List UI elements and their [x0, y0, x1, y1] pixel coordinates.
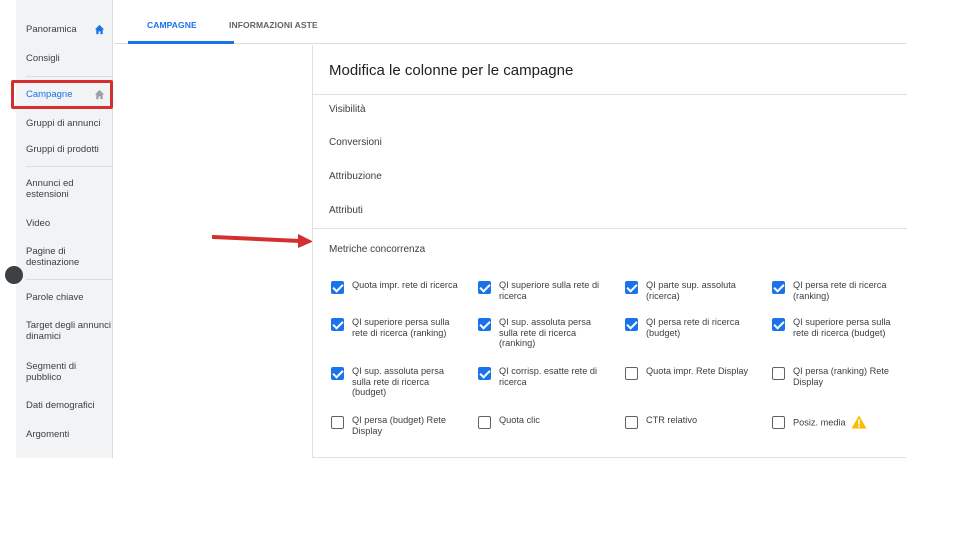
metric-label: Quota impr. Rete Display: [646, 366, 749, 376]
home-icon: [93, 23, 105, 35]
metric-label-wrap: Posiz. media: [793, 415, 903, 432]
red-arrow-annotation: [212, 234, 313, 248]
sidebar-item-annunci-estensioni[interactable]: Annunci ed estensioni: [16, 178, 106, 200]
sidebar-item-pagine-destinazione[interactable]: Pagine di destinazione: [16, 246, 101, 268]
metric-label: QI persa (ranking) Rete Display: [793, 366, 889, 387]
sidebar-item-label: Argomenti: [26, 429, 70, 440]
sidebar-item-label: Dati demografici: [26, 400, 95, 411]
checkbox-checked[interactable]: [331, 318, 344, 331]
metric-checkbox[interactable]: QI corrisp. esatte rete di ricerca: [478, 366, 614, 387]
sidebar-item-label: Consigli: [26, 53, 60, 64]
sidebar-item-label: Video: [26, 218, 51, 229]
metric-checkbox[interactable]: Quota impr. Rete Display: [625, 366, 761, 380]
warning-icon[interactable]: [851, 415, 867, 432]
checkbox-checked[interactable]: [625, 318, 638, 331]
metric-checkbox[interactable]: Posiz. media: [772, 415, 903, 432]
metric-checkbox[interactable]: QI persa (budget) Rete Display: [331, 415, 462, 436]
metric-label: QI superiore persa sulla rete di ricerca…: [793, 317, 891, 338]
metric-label: QI persa (budget) Rete Display: [352, 415, 446, 436]
sidebar-divider: [26, 166, 113, 167]
metric-checkbox[interactable]: QI parte sup. assoluta (ricerca): [625, 280, 761, 301]
checkbox-checked[interactable]: [478, 281, 491, 294]
checkbox-checked[interactable]: [478, 318, 491, 331]
metric-label: QI superiore sulla rete di ricerca: [499, 280, 600, 301]
checkbox-checked[interactable]: [625, 281, 638, 294]
section-conversioni[interactable]: Conversioni: [329, 137, 382, 148]
active-tab-indicator: [128, 41, 234, 44]
section-attribuzione[interactable]: Attribuzione: [329, 171, 382, 182]
sidebar-item-parole-chiave[interactable]: Parole chiave: [16, 292, 113, 303]
checkbox-unchecked[interactable]: [625, 416, 638, 429]
metric-label: QI sup. assoluta persa sulla rete di ric…: [352, 366, 444, 397]
metric-checkbox[interactable]: QI persa rete di ricerca (budget): [625, 317, 761, 338]
metric-checkbox[interactable]: QI superiore persa sulla rete di ricerca…: [772, 317, 903, 338]
sidebar-item-argomenti[interactable]: Argomenti: [16, 429, 113, 440]
metric-checkbox[interactable]: CTR relativo: [625, 415, 761, 429]
metric-checkbox[interactable]: Quota clic: [478, 415, 614, 429]
tab-informazioni-aste[interactable]: INFORMAZIONI ASTE: [229, 20, 318, 30]
checkbox-unchecked[interactable]: [772, 367, 785, 380]
metric-label: QI sup. assoluta persa sulla rete di ric…: [499, 317, 591, 348]
checkbox-unchecked[interactable]: [625, 367, 638, 380]
metric-label: QI corrisp. esatte rete di ricerca: [499, 366, 598, 387]
checkbox-unchecked[interactable]: [772, 416, 785, 429]
metric-checkbox[interactable]: QI sup. assoluta persa sulla rete di ric…: [331, 366, 452, 398]
checkbox-checked[interactable]: [478, 367, 491, 380]
metric-checkbox[interactable]: QI superiore persa sulla rete di ricerca…: [331, 317, 467, 338]
sidebar-item-label: Annunci ed estensioni: [26, 178, 74, 200]
checkbox-checked[interactable]: [772, 318, 785, 331]
sidebar-divider: [26, 76, 113, 77]
metric-checkbox[interactable]: QI persa (ranking) Rete Display: [772, 366, 903, 387]
sidebar-item-video[interactable]: Video: [16, 218, 113, 229]
metric-label: QI persa rete di ricerca (budget): [646, 317, 740, 338]
tab-campagne[interactable]: CAMPAGNE: [147, 20, 197, 30]
metric-checkbox[interactable]: QI persa rete di ricerca (ranking): [772, 280, 903, 301]
sidebar-item-label: Parole chiave: [26, 292, 84, 303]
checkbox-unchecked[interactable]: [331, 416, 344, 429]
sidebar-item-label: Pagine di destinazione: [26, 246, 80, 268]
section-metriche-concorrenza[interactable]: Metriche concorrenza: [329, 244, 425, 255]
panel-title: Modifica le colonne per le campagne: [329, 62, 574, 79]
section-attributi[interactable]: Attributi: [329, 205, 363, 216]
sidebar-divider: [26, 279, 113, 280]
sidebar-item-dati-demografici[interactable]: Dati demografici: [16, 400, 113, 411]
metric-checkbox[interactable]: QI sup. assoluta persa sulla rete di ric…: [478, 317, 604, 349]
metric-label: QI superiore persa sulla rete di ricerca…: [352, 317, 450, 338]
section-visibilita[interactable]: Visibilità: [329, 104, 366, 115]
column-editor-panel: Modifica le colonne per le campagne Visi…: [312, 45, 907, 458]
checkbox-checked[interactable]: [772, 281, 785, 294]
sidebar-nav: Panoramica Consigli Campagne Gruppi di a…: [16, 0, 113, 458]
sidebar-item-label: Panoramica: [26, 24, 77, 35]
sidebar-item-gruppi-prodotti[interactable]: Gruppi di prodotti: [16, 144, 113, 155]
checkbox-checked[interactable]: [331, 367, 344, 380]
sidebar-item-gruppi-annunci[interactable]: Gruppi di annunci: [16, 118, 113, 129]
metric-label: Posiz. media: [793, 417, 846, 428]
tab-bar: CAMPAGNE INFORMAZIONI ASTE: [114, 0, 906, 44]
sidebar-item-label: Gruppi di annunci: [26, 118, 101, 129]
metric-label: QI persa rete di ricerca (ranking): [793, 280, 887, 301]
campagne-highlight-box: [11, 80, 113, 109]
sidebar-collapse-toggle[interactable]: [5, 266, 23, 284]
checkbox-checked[interactable]: [331, 281, 344, 294]
sidebar-item-segmenti-pubblico[interactable]: Segmenti di pubblico: [16, 361, 101, 383]
metric-checkbox[interactable]: Quota impr. rete di ricerca: [331, 280, 467, 294]
sidebar-item-label: Target degli annunci dinamici: [26, 320, 112, 342]
divider: [313, 94, 907, 95]
metric-label: Quota clic: [499, 415, 540, 425]
sidebar-item-target-annunci-dinamici[interactable]: Target degli annunci dinamici: [16, 320, 113, 342]
sidebar-item-label: Gruppi di prodotti: [26, 144, 99, 155]
sidebar-item-panoramica[interactable]: Panoramica: [16, 24, 113, 35]
sidebar-item-consigli[interactable]: Consigli: [16, 53, 113, 64]
metric-checkbox[interactable]: QI superiore sulla rete di ricerca: [478, 280, 614, 301]
metric-label: CTR relativo: [646, 415, 698, 425]
checkbox-unchecked[interactable]: [478, 416, 491, 429]
sidebar-item-label: Segmenti di pubblico: [26, 361, 77, 383]
metric-label: Quota impr. rete di ricerca: [352, 280, 458, 290]
divider: [313, 228, 907, 229]
metric-label: QI parte sup. assoluta (ricerca): [646, 280, 736, 301]
